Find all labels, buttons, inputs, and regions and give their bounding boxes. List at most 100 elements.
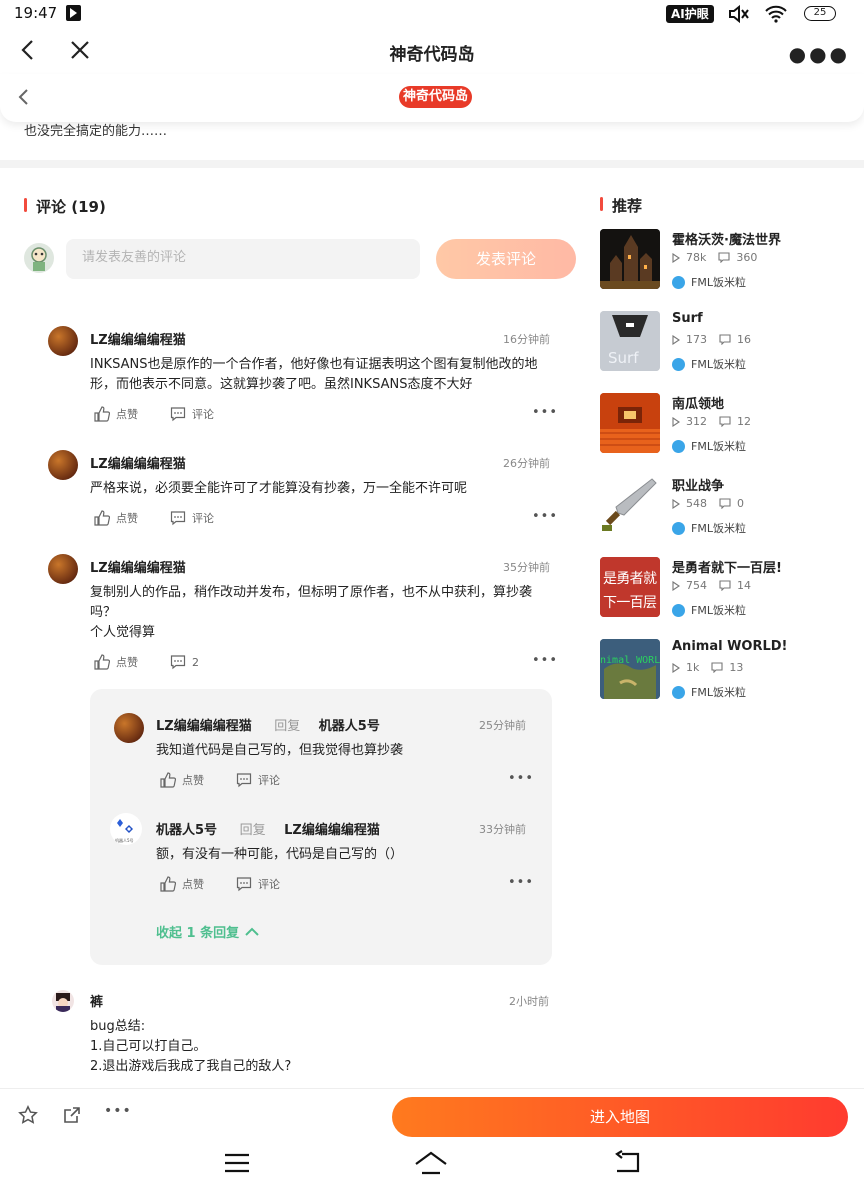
plays-count: 312 [686,415,707,428]
recommend-title[interactable]: 职业战争 [672,475,724,494]
more-icon[interactable]: ••• [508,875,534,890]
recommend-title[interactable]: 是勇者就下一百层! [672,557,782,576]
recommend-item[interactable]: 职业战争 548 0 FML饭米粒 [600,475,850,539]
comments-stat: 360 [718,251,757,264]
recommend-author[interactable]: FML饭米粒 [672,520,746,536]
recommend-item[interactable]: 霍格沃茨·魔法世界 78k 360 FML饭米粒 [600,229,850,293]
comment-text-line: 个人觉得算 [90,625,156,640]
recommend-title[interactable]: Surf [672,311,703,326]
author-name: FML饭米粒 [691,440,746,453]
like-label: 点赞 [182,878,204,891]
recommend-title: 推荐 [600,195,642,216]
recommend-author[interactable]: FML饭米粒 [672,602,746,618]
enter-map-button[interactable]: 进入地图 [392,1097,848,1137]
map-thumbnail[interactable] [600,475,660,535]
recommend-item[interactable]: Animal WORLD Animal WORLD! 1k 13 FML饭米粒 [600,639,850,703]
more-icon[interactable]: ••• [508,771,534,786]
comment-input[interactable]: 请发表友善的评论 [66,239,420,279]
more-icon[interactable]: ••• [532,653,558,668]
like-button[interactable]: 点赞 [94,654,138,670]
comment-icon [719,498,731,509]
comment-author[interactable]: LZ编编编编程猫 [90,557,186,576]
comment-author[interactable]: LZ编编编编程猫 [90,329,186,348]
map-thumbnail[interactable] [600,393,660,453]
plays-count: 78k [686,251,707,264]
recommend-author[interactable]: FML饭米粒 [672,438,746,454]
post-comment-button[interactable]: 发表评论 [436,239,576,279]
reply-target[interactable]: 机器人5号 [319,719,380,734]
comments-count: 13 [729,661,744,674]
page-title: 神奇代码岛 [389,45,475,65]
section-divider [0,160,864,168]
comments-stat: 16 [719,333,751,346]
recommend-item[interactable]: Surf Surf 173 16 FML饭米粒 [600,311,850,375]
recommend-author[interactable]: FML饭米粒 [672,356,746,372]
recommend-item[interactable]: 是勇者就 下一百层 是勇者就下一百层! 754 14 FML饭米粒 [600,557,850,621]
more-icon[interactable]: ••• [532,509,558,524]
home-icon[interactable] [414,1150,448,1180]
reply-count-button[interactable]: 2 [170,654,199,670]
author-badge-icon [672,275,685,289]
comment-author[interactable]: LZ编编编编程猫 [90,453,186,472]
status-bar: 19:47 AI护眼 25 [0,0,864,28]
title-accent-bar [600,197,603,211]
map-thumbnail[interactable] [600,229,660,289]
like-label: 点赞 [116,408,138,421]
more-options-icon[interactable]: ●●● [789,42,850,66]
comments-stat: 14 [719,579,751,592]
more-actions-icon[interactable]: ••• [104,1103,132,1119]
mute-icon [728,4,750,28]
reply-button[interactable]: 评论 [236,772,280,788]
like-button[interactable]: 点赞 [94,510,138,526]
top-bar: 神奇代码岛 ●●● [0,28,864,74]
share-icon[interactable] [62,1105,82,1129]
reply-target[interactable]: LZ编编编编程猫 [284,823,380,838]
avatar[interactable] [52,990,74,1012]
avatar[interactable] [48,326,78,356]
recommend-title[interactable]: 南瓜领地 [672,393,724,412]
recommend-author[interactable]: FML饭米粒 [672,274,746,290]
comment-author[interactable]: 裤 [90,991,103,1010]
recommend-author[interactable]: FML饭米粒 [672,684,746,700]
recommend-title[interactable]: Animal WORLD! [672,639,787,654]
author-name: FML饭米粒 [691,276,746,289]
thumbs-up-icon [94,406,110,422]
like-button[interactable]: 点赞 [160,772,204,788]
robot-avatar[interactable]: 机器人5号 [110,813,142,845]
avatar[interactable] [114,713,144,743]
map-thumbnail[interactable]: Surf [600,311,660,371]
back-nav-icon[interactable] [614,1150,642,1180]
avatar[interactable] [48,554,78,584]
more-icon[interactable]: ••• [532,405,558,420]
comment-text: bug总结: [90,1019,146,1034]
reply-header: 机器人5号 回复 LZ编编编编程猫 [156,819,380,838]
reply-button[interactable]: 评论 [170,406,214,422]
plays-count: 754 [686,579,707,592]
recommend-stats: 312 12 [672,415,751,428]
comment-text: INKSANS也是原作的一个合作者，他好像也有证据表明这个图有复制他改的地形，而… [90,357,538,392]
map-thumbnail[interactable]: Animal WORLD [600,639,660,699]
like-button[interactable]: 点赞 [160,876,204,892]
reply-author[interactable]: LZ编编编编程猫 [156,719,252,734]
author-badge-icon [672,439,685,453]
favorite-star-icon[interactable] [18,1105,38,1129]
reply-button[interactable]: 评论 [170,510,214,526]
recommend-item[interactable]: 南瓜领地 312 12 FML饭米粒 [600,393,850,457]
menu-icon[interactable] [224,1150,250,1180]
map-thumbnail[interactable]: 是勇者就 下一百层 [600,557,660,617]
reply-button[interactable]: 评论 [236,876,280,892]
author-name: FML饭米粒 [691,522,746,535]
plays-stat: 78k [672,251,706,264]
comments-count: 12 [737,415,751,428]
reply-author[interactable]: 机器人5号 [156,823,217,838]
like-label: 点赞 [116,656,138,669]
author-badge-icon [672,685,685,699]
header-back-icon[interactable] [16,88,32,110]
comments-stat: 12 [719,415,751,428]
plays-stat: 548 [672,497,707,510]
like-button[interactable]: 点赞 [94,406,138,422]
recommend-title[interactable]: 霍格沃茨·魔法世界 [672,229,781,248]
avatar[interactable] [48,450,78,480]
collapse-replies-button[interactable]: 收起 1 条回复 [156,922,259,941]
play-icon [672,334,680,345]
